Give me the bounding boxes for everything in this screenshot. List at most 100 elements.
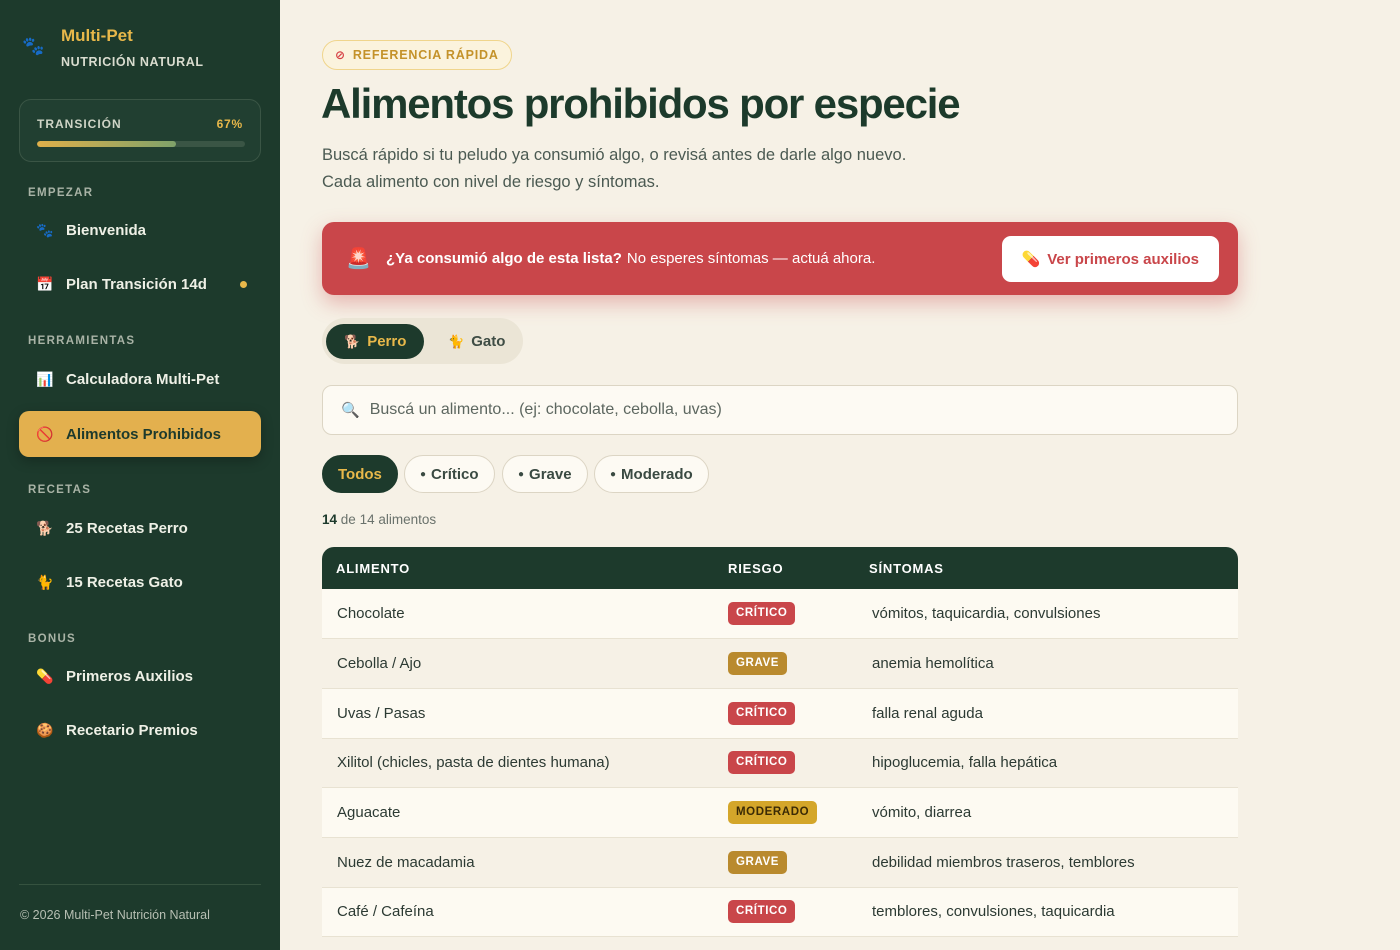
alert-strong-text: ¿Ya consumió algo de esta lista? (386, 250, 622, 267)
filter-moderado[interactable]: ● Moderado (594, 455, 709, 493)
species-option-gato[interactable]: 🐈 Gato (430, 324, 523, 359)
filter-todos[interactable]: Todos (322, 455, 398, 493)
species-option-perro[interactable]: 🐕 Perro (326, 324, 425, 359)
prohibited-icon: 🚫 (36, 425, 54, 442)
progress-track (37, 141, 245, 147)
status-dot (240, 281, 247, 288)
species-toggle: 🐕 Perro 🐈 Gato (322, 318, 523, 364)
filter-label: Crítico (431, 465, 479, 483)
cookie-icon: 🍪 (36, 721, 54, 738)
subtitle-line: Cada alimento con nivel de riesgo y sínt… (322, 173, 660, 191)
pill-icon: 💊 (36, 667, 54, 684)
dog-icon: 🐕 (36, 519, 54, 536)
filter-label: Moderado (621, 465, 693, 483)
cell-food: Café / Cafeína (337, 903, 434, 921)
sidebar-item-label: 25 Recetas Perro (66, 519, 188, 537)
sidebar-item-label: Calculadora Multi-Pet (66, 370, 220, 388)
cell-symptoms: temblores, convulsiones, taquicardia (872, 903, 1115, 921)
filter-grave[interactable]: ● Grave (502, 455, 588, 493)
page-subtitle: Buscá rápido si tu peludo ya consumió al… (322, 142, 1022, 196)
first-aid-alert-banner: 🚨 ¿Ya consumió algo de esta lista? No es… (322, 222, 1238, 295)
species-label: Gato (471, 333, 506, 350)
cell-symptoms: falla renal aguda (872, 704, 983, 722)
cell-risk: CRÍTICO (728, 738, 869, 788)
column-header-sintomas[interactable]: SÍNTOMAS (869, 547, 1238, 589)
foods-table: ALIMENTO RIESGO SÍNTOMAS Chocolate CRÍTI… (322, 547, 1238, 950)
sidebar-item-primeros-auxilios[interactable]: 💊 Primeros Auxilios (19, 653, 261, 699)
sidebar: 🐾 Multi-Pet NUTRICIÓN NATURAL TRANSICIÓN… (0, 0, 280, 950)
sidebar-item-recetario-premios[interactable]: 🍪 Recetario Premios (19, 707, 261, 753)
transition-progress-card: TRANSICIÓN 67% (19, 99, 261, 162)
sidebar-item-recetas-gato[interactable]: 🐈 15 Recetas Gato (19, 559, 261, 605)
sidebar-divider (19, 884, 261, 885)
paw-icon: 🐾 (22, 36, 45, 56)
table-header-row: ALIMENTO RIESGO SÍNTOMAS (322, 547, 1238, 589)
page-title: Alimentos prohibidos por especie (321, 80, 961, 127)
column-header-alimento[interactable]: ALIMENTO (322, 547, 728, 589)
brand[interactable]: 🐾 Multi-Pet NUTRICIÓN NATURAL (22, 26, 204, 69)
cat-icon: 🐈 (448, 333, 465, 349)
column-header-riesgo[interactable]: RIESGO (728, 547, 869, 589)
cell-symptoms: hipoglucemia, falla hepática (872, 754, 1058, 772)
cat-icon: 🐈 (36, 573, 54, 590)
subtitle-line: Buscá rápido si tu peludo ya consumió al… (322, 146, 907, 164)
table-header: ALIMENTO RIESGO SÍNTOMAS (322, 547, 1238, 589)
result-count: 14 de 14 alimentos (322, 512, 436, 527)
bullet-icon: ● (420, 468, 427, 480)
cell-food: Aguacate (337, 804, 401, 822)
filter-label: Todos (338, 465, 382, 483)
paw-icon: 🐾 (36, 221, 54, 238)
pill-icon: 💊 (1021, 251, 1041, 268)
cell-risk: MODERADO (728, 788, 869, 838)
cell-risk: GRAVE (728, 639, 869, 689)
risk-badge: CRÍTICO (728, 602, 796, 626)
section-label-recetas: RECETAS (28, 484, 92, 496)
cell-food: Xilitol (chicles, pasta de dientes human… (337, 754, 610, 772)
pill-label: REFERENCIA RÁPIDA (352, 48, 499, 62)
sidebar-item-label: Bienvenida (66, 221, 147, 239)
cell-symptoms: debilidad miembros traseros, temblores (872, 853, 1135, 871)
search-box: 🔍 (322, 385, 1238, 435)
risk-badge: CRÍTICO (728, 900, 796, 924)
cell-symptoms: vómitos, taquicardia, convulsiones (872, 605, 1101, 623)
sidebar-item-label: Alimentos Prohibidos (66, 425, 222, 443)
risk-badge: CRÍTICO (728, 751, 796, 775)
result-count-text: de 14 alimentos (340, 512, 437, 527)
cell-risk: CRÍTICO (728, 589, 869, 639)
dog-icon: 🐕 (344, 333, 361, 349)
quick-reference-pill: ⊘ REFERENCIA RÁPIDA (322, 40, 512, 70)
first-aid-button-label: Ver primeros auxilios (1047, 250, 1199, 268)
search-icon: 🔍 (341, 402, 360, 419)
calendar-icon: 📅 (36, 275, 54, 292)
search-input[interactable] (369, 401, 1190, 419)
sidebar-item-alimentos-prohibidos[interactable]: 🚫 Alimentos Prohibidos (19, 411, 261, 457)
cell-risk: CRÍTICO (728, 688, 869, 738)
table-row[interactable]: Xilitol (chicles, pasta de dientes human… (322, 738, 1238, 788)
foods-table-grid: ALIMENTO RIESGO SÍNTOMAS Chocolate CRÍTI… (322, 547, 1238, 937)
cell-risk: CRÍTICO (728, 887, 869, 937)
sidebar-item-label: 15 Recetas Gato (66, 573, 183, 591)
table-row[interactable]: Aguacate MODERADO vómito, diarrea (322, 787, 1238, 838)
filter-critico[interactable]: ● Crítico (404, 455, 495, 493)
progress-fill (37, 141, 177, 147)
table-row[interactable]: Café / Cafeína CRÍTICO temblores, convul… (322, 887, 1238, 937)
sidebar-item-recetas-perro[interactable]: 🐕 25 Recetas Perro (19, 505, 261, 551)
risk-badge: GRAVE (728, 652, 788, 676)
sidebar-item-calculadora[interactable]: 📊 Calculadora Multi-Pet (19, 356, 261, 402)
alert-text: No esperes síntomas — actuá ahora. (626, 250, 876, 267)
progress-label: TRANSICIÓN (37, 117, 122, 131)
risk-badge: CRÍTICO (728, 701, 796, 725)
sidebar-item-plan-transicion[interactable]: 📅 Plan Transición 14d (19, 261, 261, 307)
cell-food: Nuez de macadamia (337, 853, 475, 871)
sidebar-item-label: Primeros Auxilios (66, 667, 193, 685)
sidebar-item-bienvenida[interactable]: 🐾 Bienvenida (19, 207, 261, 253)
filter-label: Grave (529, 465, 572, 483)
table-row[interactable]: Cebolla / Ajo GRAVE anemia hemolítica (322, 638, 1238, 689)
table-row[interactable]: Chocolate CRÍTICO vómitos, taquicardia, … (322, 589, 1238, 639)
section-label-herramientas: HERRAMIENTAS (28, 335, 136, 347)
table-row[interactable]: Nuez de macadamia GRAVE debilidad miembr… (322, 837, 1238, 888)
cell-symptoms: vómito, diarrea (872, 804, 972, 822)
sidebar-item-label: Plan Transición 14d (66, 275, 207, 293)
table-row[interactable]: Uvas / Pasas CRÍTICO falla renal aguda (322, 688, 1238, 739)
first-aid-button[interactable]: 💊 Ver primeros auxilios (1001, 236, 1219, 282)
